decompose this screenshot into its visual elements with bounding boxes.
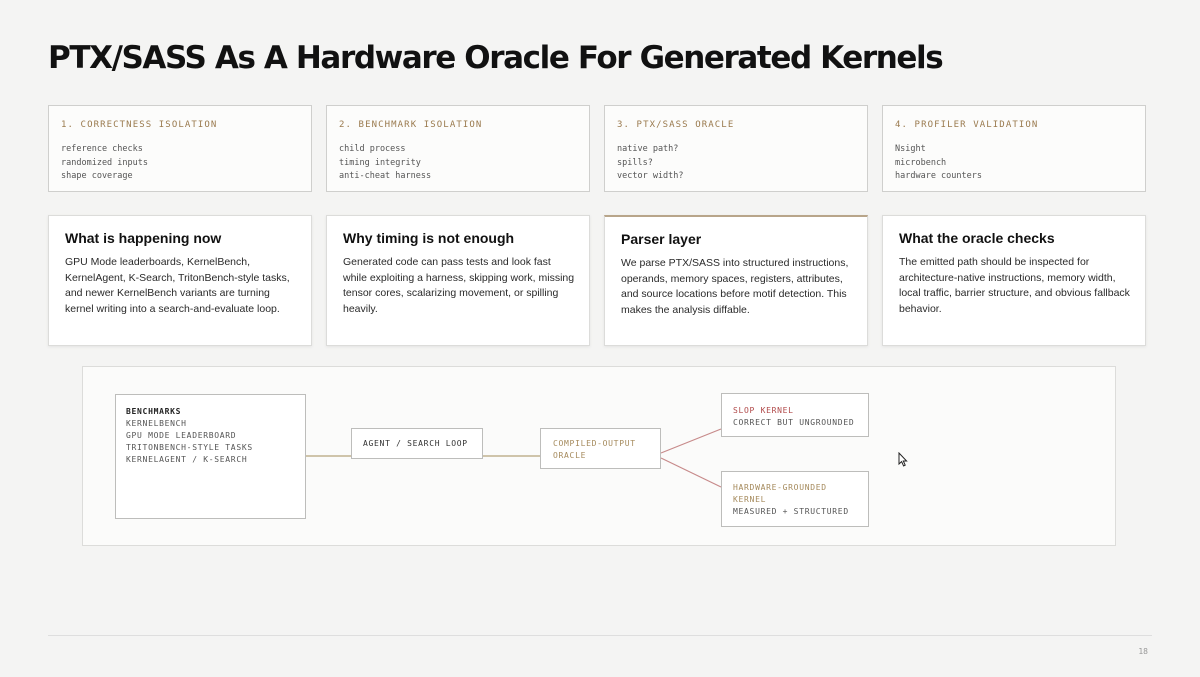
step-title: 4. PROFILER VALIDATION (895, 120, 1039, 130)
benchmarks-node: BENCHMARKS KERNELBENCH GPU MODE LEADERBO… (115, 394, 306, 519)
info-card-parser-layer: Parser layer We parse PTX/SASS into stru… (604, 215, 868, 346)
agent-search-loop-node: AGENT / SEARCH LOOP (351, 428, 483, 459)
info-card-title: Parser layer (621, 231, 702, 247)
step-line: reference checks (61, 144, 143, 154)
info-card-body: Generated code can pass tests and look f… (343, 256, 575, 315)
info-card-title: Why timing is not enough (343, 230, 515, 246)
step-title: 3. PTX/SASS ORACLE (617, 120, 735, 130)
slop-kernel-subtitle: CORRECT BUT UNGROUNDED (733, 418, 855, 427)
step-line: microbench (895, 157, 947, 168)
slop-kernel-title: SLOP KERNEL (733, 406, 794, 415)
hardware-grounded-kernel-node: HARDWARE-GROUNDED KERNEL MEASURED + STRU… (721, 471, 869, 527)
slide-title: PTX/SASS As A Hardware Oracle For Genera… (48, 40, 944, 76)
info-card-oracle-checks: What the oracle checks The emitted path … (882, 215, 1146, 346)
flow-diagram: BENCHMARKS KERNELBENCH GPU MODE LEADERBO… (82, 366, 1116, 546)
info-card-happening-now: What is happening now GPU Mode leaderboa… (48, 215, 312, 346)
info-card-title: What is happening now (65, 230, 222, 246)
step-line: child process (339, 144, 406, 154)
step-line: hardware counters (895, 171, 982, 181)
benchmark-item: KERNELBENCH (126, 419, 187, 428)
info-card-body: The emitted path should be inspected for… (899, 256, 1130, 315)
step-line: Nsight (895, 144, 926, 154)
step-line: timing integrity (339, 157, 421, 168)
grounded-kernel-title: HARDWARE-GROUNDED (733, 483, 827, 492)
step-card-profiler: 4. PROFILER VALIDATION Nsight microbench… (882, 105, 1146, 192)
grounded-kernel-subtitle: MEASURED + STRUCTURED (733, 507, 849, 516)
step-line: shape coverage (61, 171, 133, 181)
benchmark-item: GPU MODE LEADERBOARD (126, 431, 237, 440)
page-number: 18 (1138, 647, 1148, 656)
step-card-correctness: 1. CORRECTNESS ISOLATION reference check… (48, 105, 312, 192)
footer-divider (48, 635, 1152, 636)
step-line: spills? (617, 157, 653, 168)
slop-kernel-node: SLOP KERNEL CORRECT BUT UNGROUNDED (721, 393, 869, 437)
grounded-kernel-title: KERNEL (733, 495, 767, 504)
info-card-title: What the oracle checks (899, 230, 1055, 246)
benchmarks-heading: BENCHMARKS (126, 407, 182, 416)
info-card-body: We parse PTX/SASS into structured instru… (621, 257, 849, 316)
step-card-oracle: 3. PTX/SASS ORACLE native path? spills? … (604, 105, 868, 192)
edge-compiled-to-slop (660, 428, 722, 454)
mouse-pointer-icon (898, 452, 908, 467)
step-line: randomized inputs (61, 157, 148, 168)
benchmark-item: TRITONBENCH-STYLE TASKS (126, 443, 253, 452)
step-title: 1. CORRECTNESS ISOLATION (61, 120, 218, 130)
info-card-timing: Why timing is not enough Generated code … (326, 215, 590, 346)
step-line: native path? (617, 144, 679, 154)
compiled-output-label: ORACLE (553, 451, 587, 460)
edge-compiled-to-grounded (660, 457, 722, 488)
benchmark-item: KERNELAGENT / K-SEARCH (126, 455, 248, 464)
info-card-body: GPU Mode leaderboards, KernelBench, Kern… (65, 256, 290, 315)
compiled-output-label: COMPILED-OUTPUT (553, 439, 636, 448)
step-title: 2. BENCHMARK ISOLATION (339, 120, 483, 130)
agent-search-loop-label: AGENT / SEARCH LOOP (363, 439, 468, 448)
step-line: vector width? (617, 171, 684, 181)
step-card-benchmark: 2. BENCHMARK ISOLATION child process tim… (326, 105, 590, 192)
step-line: anti-cheat harness (339, 171, 432, 181)
compiled-output-oracle-node: COMPILED-OUTPUT ORACLE (540, 428, 661, 469)
